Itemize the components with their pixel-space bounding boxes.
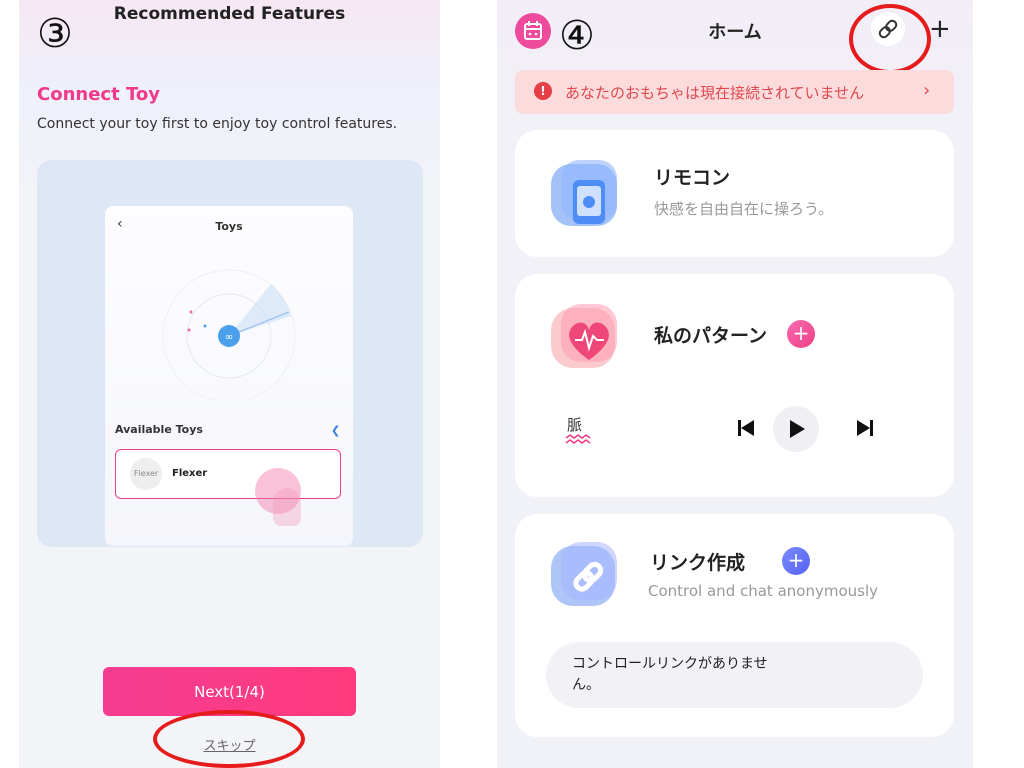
pattern-card: 私のパターン + 脈 — [515, 274, 954, 497]
svg-text:∞: ∞ — [225, 332, 233, 343]
connect-toy-illustration: ‹ Toys ∞ Available Toys ❮ Flexer Flexer — [37, 160, 423, 547]
heartbeat-pattern-icon — [551, 304, 617, 368]
play-icon — [790, 420, 805, 438]
wave-icon — [565, 434, 591, 444]
remote-subtitle: 快感を自由自在に操ろう。 — [654, 200, 834, 218]
annotation-circle — [153, 710, 305, 768]
empty-link-text: コントロールリンクがありません。 — [572, 656, 768, 693]
bluetooth-icon: ❮ — [331, 424, 341, 437]
available-toys-label: Available Toys — [115, 423, 203, 436]
play-button[interactable] — [773, 406, 819, 452]
empty-link-placeholder: コントロールリンクがありません。 — [546, 642, 923, 708]
connection-alert[interactable]: ! あなたのおもちゃは現在接続されていません › — [515, 70, 954, 114]
toy-name: Flexer — [172, 468, 208, 479]
alert-text: あなたのおもちゃは現在接続されていません — [565, 84, 865, 102]
feature-title: Connect Toy — [37, 84, 160, 105]
onboarding-screen: ③ Recommended Features Connect Toy Conne… — [19, 0, 440, 768]
page-title: Recommended Features — [113, 4, 346, 24]
link-create-icon — [551, 542, 617, 606]
home-screen: ④ ホーム + ! あなたのおもちゃは現在接続されていません › リモコン 快感… — [497, 0, 973, 768]
section-heading-cutoff — [515, 756, 635, 768]
mockup-title: Toys — [215, 220, 243, 233]
add-link-button[interactable]: + — [782, 547, 810, 575]
previous-icon[interactable] — [737, 419, 755, 437]
add-pattern-button[interactable]: + — [787, 320, 815, 348]
remote-icon — [551, 160, 617, 226]
toy-avatar: Flexer — [130, 458, 162, 490]
link-title: リンク作成 — [650, 552, 746, 574]
phone-mockup: ‹ Toys ∞ Available Toys ❮ Flexer Flexer — [105, 206, 353, 546]
pattern-title: 私のパターン — [654, 325, 768, 347]
feature-description: Connect your toy first to enjoy toy cont… — [37, 116, 398, 132]
chevron-right-icon: › — [923, 80, 931, 101]
radar-graphic: ∞ — [162, 269, 296, 400]
remote-card[interactable]: リモコン 快感を自由自在に操ろう。 — [515, 130, 954, 257]
next-button[interactable]: Next(1/4) — [103, 667, 356, 716]
warning-icon: ! — [534, 82, 552, 100]
toy-list-item: Flexer Flexer — [115, 449, 341, 499]
link-card[interactable]: リンク作成 + Control and chat anonymously コント… — [515, 514, 954, 737]
remote-title: リモコン — [654, 167, 731, 189]
plus-icon[interactable]: + — [929, 16, 951, 42]
annotation-circle — [849, 4, 931, 74]
hand-icon — [273, 488, 301, 526]
pattern-name[interactable]: 脈 — [567, 414, 582, 435]
link-subtitle: Control and chat anonymously — [648, 582, 878, 600]
next-icon[interactable] — [856, 419, 874, 437]
